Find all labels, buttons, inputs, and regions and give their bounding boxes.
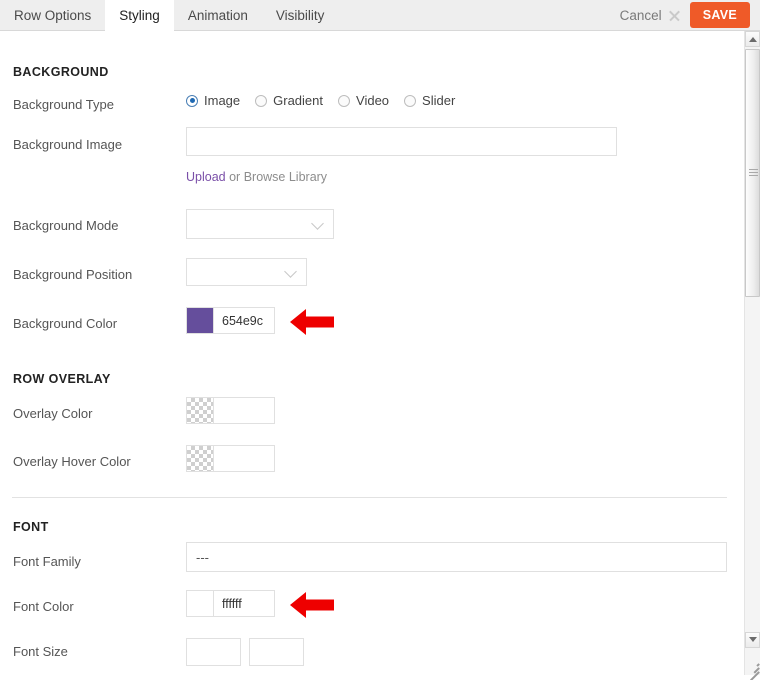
styling-panel: BACKGROUND Background Type Image Gradien… — [0, 31, 744, 675]
tab-animation[interactable]: Animation — [174, 0, 262, 31]
tab-row-options[interactable]: Row Options — [0, 0, 105, 31]
save-button[interactable]: SAVE — [689, 2, 750, 28]
section-heading-row-overlay: ROW OVERLAY — [13, 372, 111, 386]
background-type-radio-group: Image Gradient Video Slider — [186, 93, 470, 108]
upload-link[interactable]: Upload — [186, 170, 226, 184]
font-size-unit-input[interactable] — [249, 638, 304, 666]
overlay-hover-color-swatch[interactable] — [186, 445, 214, 472]
triangle-down-icon — [748, 637, 757, 642]
radio-label: Gradient — [273, 93, 324, 108]
scrollbar-thumb[interactable] — [745, 49, 760, 297]
label-background-color: Background Color — [13, 316, 118, 331]
label-overlay-color: Overlay Color — [13, 406, 93, 421]
radio-label: Slider — [422, 93, 456, 108]
font-color-hex-input[interactable] — [214, 590, 275, 617]
radio-background-type-slider[interactable]: Slider — [404, 93, 455, 108]
overlay-hover-color-hex-input[interactable] — [214, 445, 275, 472]
scroll-up-arrow-icon[interactable] — [745, 31, 760, 47]
radio-unselected-icon[interactable] — [404, 94, 417, 107]
close-icon[interactable] — [668, 9, 681, 22]
chevron-down-icon — [284, 265, 297, 278]
label-background-position: Background Position — [13, 267, 133, 282]
background-color-swatch[interactable] — [186, 307, 214, 334]
triangle-up-icon — [748, 37, 757, 42]
radio-selected-icon[interactable] — [186, 94, 198, 107]
label-background-image: Background Image — [13, 137, 123, 152]
tab-label: Visibility — [275, 8, 325, 23]
vertical-scrollbar[interactable] — [744, 31, 760, 675]
chevron-down-icon — [311, 217, 324, 230]
scroll-down-arrow-icon[interactable] — [745, 632, 760, 648]
background-mode-select[interactable] — [186, 209, 334, 239]
tab-styling[interactable]: Styling — [105, 0, 174, 31]
font-color-field — [186, 590, 275, 617]
label-overlay-hover-color: Overlay Hover Color — [13, 454, 131, 469]
background-position-select[interactable] — [186, 258, 307, 286]
radio-background-type-gradient[interactable]: Gradient — [255, 93, 323, 108]
background-color-hex-input[interactable] — [214, 307, 275, 334]
font-size-value-input[interactable] — [186, 638, 241, 666]
tab-bar-spacer — [338, 0, 619, 30]
radio-unselected-icon[interactable] — [255, 94, 268, 107]
label-font-size: Font Size — [13, 644, 68, 659]
scrollbar-grip-icon — [749, 169, 758, 177]
overlay-hover-color-field — [186, 445, 275, 472]
background-image-input[interactable] — [186, 127, 617, 156]
radio-label: Video — [356, 93, 390, 108]
annotation-arrow-background-color — [289, 307, 335, 337]
section-heading-font: FONT — [13, 520, 49, 534]
section-heading-background: BACKGROUND — [13, 65, 109, 79]
radio-unselected-icon[interactable] — [338, 94, 351, 107]
background-color-field — [186, 307, 275, 334]
font-family-input[interactable] — [186, 542, 727, 572]
radio-background-type-image[interactable]: Image — [186, 93, 240, 108]
overlay-color-hex-input[interactable] — [214, 397, 275, 424]
resize-grip-icon[interactable] — [746, 661, 760, 680]
cancel-label: Cancel — [619, 7, 662, 23]
label-background-mode: Background Mode — [13, 218, 119, 233]
section-divider — [12, 497, 727, 498]
radio-label: Image — [204, 93, 241, 108]
tab-visibility[interactable]: Visibility — [262, 0, 339, 31]
overlay-color-swatch[interactable] — [186, 397, 214, 424]
label-font-family: Font Family — [13, 554, 81, 569]
annotation-arrow-font-color — [289, 590, 335, 620]
upload-row: Upload or Browse Library — [186, 170, 327, 184]
radio-background-type-video[interactable]: Video — [338, 93, 389, 108]
label-background-type: Background Type — [13, 97, 114, 112]
cancel-button[interactable]: Cancel — [620, 0, 690, 30]
label-font-color: Font Color — [13, 599, 74, 614]
overlay-color-field — [186, 397, 275, 424]
font-color-swatch[interactable] — [186, 590, 214, 617]
tab-label: Styling — [119, 7, 160, 23]
browse-library-link[interactable]: or Browse Library — [229, 170, 327, 184]
tab-bar: Row Options Styling Animation Visibility… — [0, 0, 760, 31]
tab-label: Animation — [187, 8, 248, 23]
tab-label: Row Options — [14, 8, 92, 23]
